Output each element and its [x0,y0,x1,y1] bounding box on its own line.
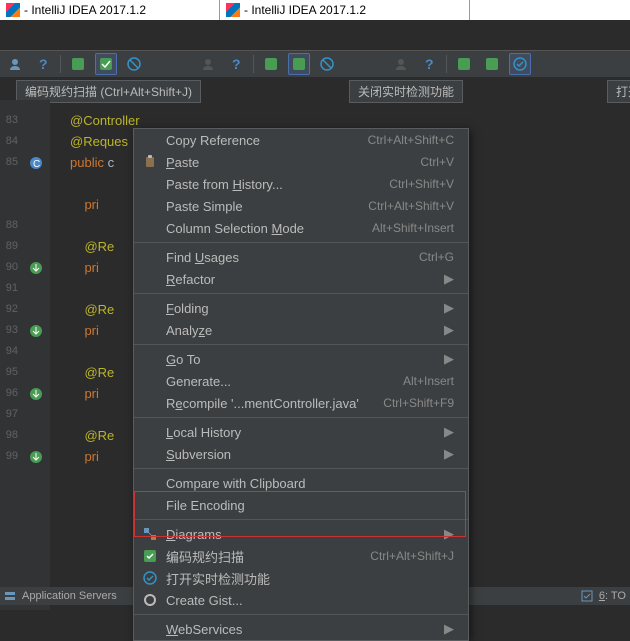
user-icon [8,57,22,71]
gutter-icon-override[interactable] [22,320,50,341]
toolbar-btn-3[interactable] [390,53,412,75]
menu-analyze[interactable]: Analyze▶ [134,319,468,341]
menu-refactor[interactable]: Refactor▶ [134,268,468,290]
user-icon [394,57,408,71]
gutter-icon-class[interactable]: C [22,152,50,173]
user-icon [201,57,215,71]
menu-scan[interactable]: 编码规约扫描Ctrl+Alt+Shift+J [134,545,468,567]
todo-icon [581,590,593,602]
menu-create-gist[interactable]: Create Gist... [134,589,468,611]
menu-find-usages[interactable]: Find UsagesCtrl+G [134,246,468,268]
disable-icon [127,57,141,71]
menu-goto[interactable]: Go To▶ [134,348,468,370]
menu-paste-history[interactable]: Paste from History...Ctrl+Shift+V [134,173,468,195]
toolbar-disable-2[interactable] [316,53,338,75]
github-icon [142,592,158,608]
window-title-2: - IntelliJ IDEA 2017.1.2 [220,0,470,20]
svg-text:C: C [33,159,40,170]
intellij-icon [6,3,20,17]
toolbar-sep [446,55,447,73]
menu-sep [134,519,468,520]
menu-sep [134,417,468,418]
disable-icon [320,57,334,71]
toolbar-disable-1[interactable] [123,53,145,75]
svg-text:?: ? [232,57,241,71]
toolbar-scan-3[interactable] [481,53,503,75]
status-todo[interactable]: 6: TO [599,590,626,602]
gutter-icon-override[interactable] [22,446,50,467]
gutter-icon-override[interactable] [22,383,50,404]
check-icon [142,570,158,586]
toolbar-run-2[interactable] [260,53,282,75]
menu-sep [134,293,468,294]
server-icon [4,590,16,602]
menu-column-select[interactable]: Column Selection ModeAlt+Shift+Insert [134,217,468,239]
question-icon: ? [36,57,50,71]
toolbar-help-3[interactable]: ? [418,53,440,75]
toolbar-run-3[interactable] [453,53,475,75]
menu-open-realtime[interactable]: 打开实时检测功能 [134,567,468,589]
svg-text:?: ? [39,57,48,71]
gutter-icons: C [22,100,50,610]
intellij-icon [226,3,240,17]
check-icon [513,57,527,71]
menu-file-encoding[interactable]: File Encoding [134,494,468,516]
toolbar-help-1[interactable]: ? [32,53,54,75]
toolbar-open-realtime[interactable] [509,53,531,75]
menu-diagrams[interactable]: Diagrams▶ [134,523,468,545]
toolbar-run-1[interactable] [67,53,89,75]
run-icon [457,57,471,71]
toolbar-scan-active[interactable] [95,53,117,75]
toolbar-btn-1[interactable] [4,53,26,75]
scan-icon [292,57,306,71]
status-app-servers[interactable]: Application Servers [22,590,117,602]
menu-local-history[interactable]: Local History▶ [134,421,468,443]
scan-icon [142,548,158,564]
menu-folding[interactable]: Folding▶ [134,297,468,319]
title-text-2: - IntelliJ IDEA 2017.1.2 [244,3,366,17]
window-title-1: - IntelliJ IDEA 2017.1.2 [0,0,220,20]
menu-webservices[interactable]: WebServices▶ [134,618,468,640]
tooltip-row: 编码规约扫描 (Ctrl+Alt+Shift+J) 关闭实时检测功能 打开实时检… [0,78,630,100]
toolbar-btn-2[interactable] [197,53,219,75]
menu-copy-reference[interactable]: Copy ReferenceCtrl+Alt+Shift+C [134,129,468,151]
menu-paste[interactable]: PasteCtrl+V [134,151,468,173]
question-icon: ? [229,57,243,71]
gutter-icon-override[interactable] [22,257,50,278]
toolbar-help-2[interactable]: ? [225,53,247,75]
svg-text:?: ? [425,57,434,71]
menu-sep [134,344,468,345]
context-menu: Copy ReferenceCtrl+Alt+Shift+C PasteCtrl… [133,128,469,641]
line-numbers: 838485 888990 919293 949596 979899 [0,100,22,610]
toolbar-close-realtime[interactable] [288,53,310,75]
scan-icon [99,57,113,71]
menu-paste-simple[interactable]: Paste SimpleCtrl+Alt+Shift+V [134,195,468,217]
diagram-icon [142,526,158,542]
question-icon: ? [422,57,436,71]
menu-recompile[interactable]: Recompile '...mentController.java'Ctrl+S… [134,392,468,414]
menu-generate[interactable]: Generate...Alt+Insert [134,370,468,392]
menu-sep [134,614,468,615]
paste-icon [142,154,158,170]
run-icon [71,57,85,71]
run-icon [264,57,278,71]
menu-subversion[interactable]: Subversion▶ [134,443,468,465]
toolbar-sep [253,55,254,73]
titlebar-row: - IntelliJ IDEA 2017.1.2 - IntelliJ IDEA… [0,0,630,20]
menu-sep [134,242,468,243]
title-text-1: - IntelliJ IDEA 2017.1.2 [24,3,146,17]
scan-icon [485,57,499,71]
toolbar-sep [60,55,61,73]
toolbar: ? ? ? [0,50,630,78]
menu-compare-clipboard[interactable]: Compare with Clipboard [134,472,468,494]
menu-sep [134,468,468,469]
